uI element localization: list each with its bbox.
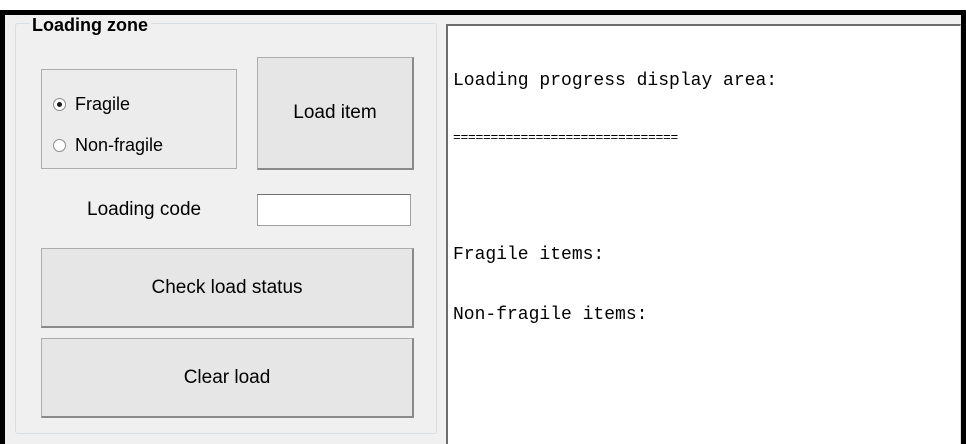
loading-progress-display[interactable]: Loading progress display area: =========… bbox=[446, 24, 961, 444]
check-load-status-button[interactable]: Check load status bbox=[41, 248, 414, 328]
radio-non-fragile[interactable]: Non-fragile bbox=[53, 133, 163, 157]
loading-code-label: Loading code bbox=[87, 199, 202, 220]
display-text: Loading progress display area: =========… bbox=[453, 31, 777, 365]
display-line: Non-fragile items: bbox=[453, 305, 648, 325]
load-item-button[interactable]: Load item bbox=[257, 57, 414, 170]
fragility-radio-group: Fragile Non-fragile bbox=[41, 69, 237, 169]
radio-button-fragile[interactable] bbox=[53, 97, 66, 111]
radio-fragile[interactable]: Fragile bbox=[53, 92, 130, 116]
display-line bbox=[453, 185, 777, 205]
radio-label-fragile: Fragile bbox=[75, 93, 131, 114]
display-line: ============================== bbox=[453, 130, 679, 145]
display-line: Fragile items: bbox=[453, 245, 605, 265]
display-line: Loading progress display area: bbox=[453, 71, 778, 91]
loading-code-input[interactable] bbox=[257, 194, 411, 226]
loading-zone-title: Loading zone bbox=[30, 15, 151, 35]
clear-load-button[interactable]: Clear load bbox=[41, 338, 414, 418]
radio-button-non-fragile[interactable] bbox=[53, 138, 66, 152]
radio-label-non-fragile: Non-fragile bbox=[75, 134, 164, 155]
